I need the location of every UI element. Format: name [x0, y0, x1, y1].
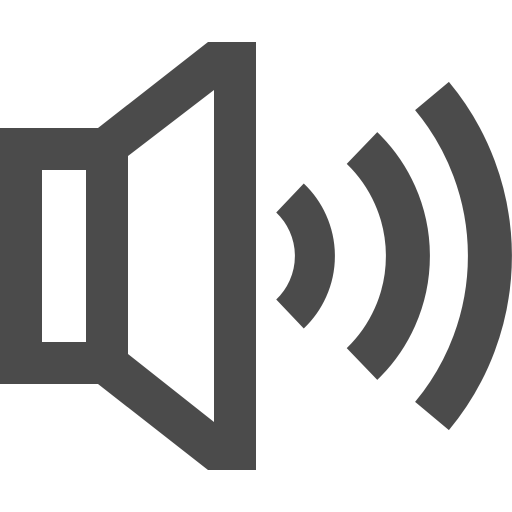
sound-wave-small-icon: [275, 183, 335, 329]
sound-wave-medium-icon: [346, 132, 430, 380]
sound-wave-large-icon: [414, 81, 512, 431]
speaker-volume-icon: [0, 42, 512, 470]
speaker-body-icon: [0, 42, 256, 470]
icon-canvas: [0, 0, 512, 512]
